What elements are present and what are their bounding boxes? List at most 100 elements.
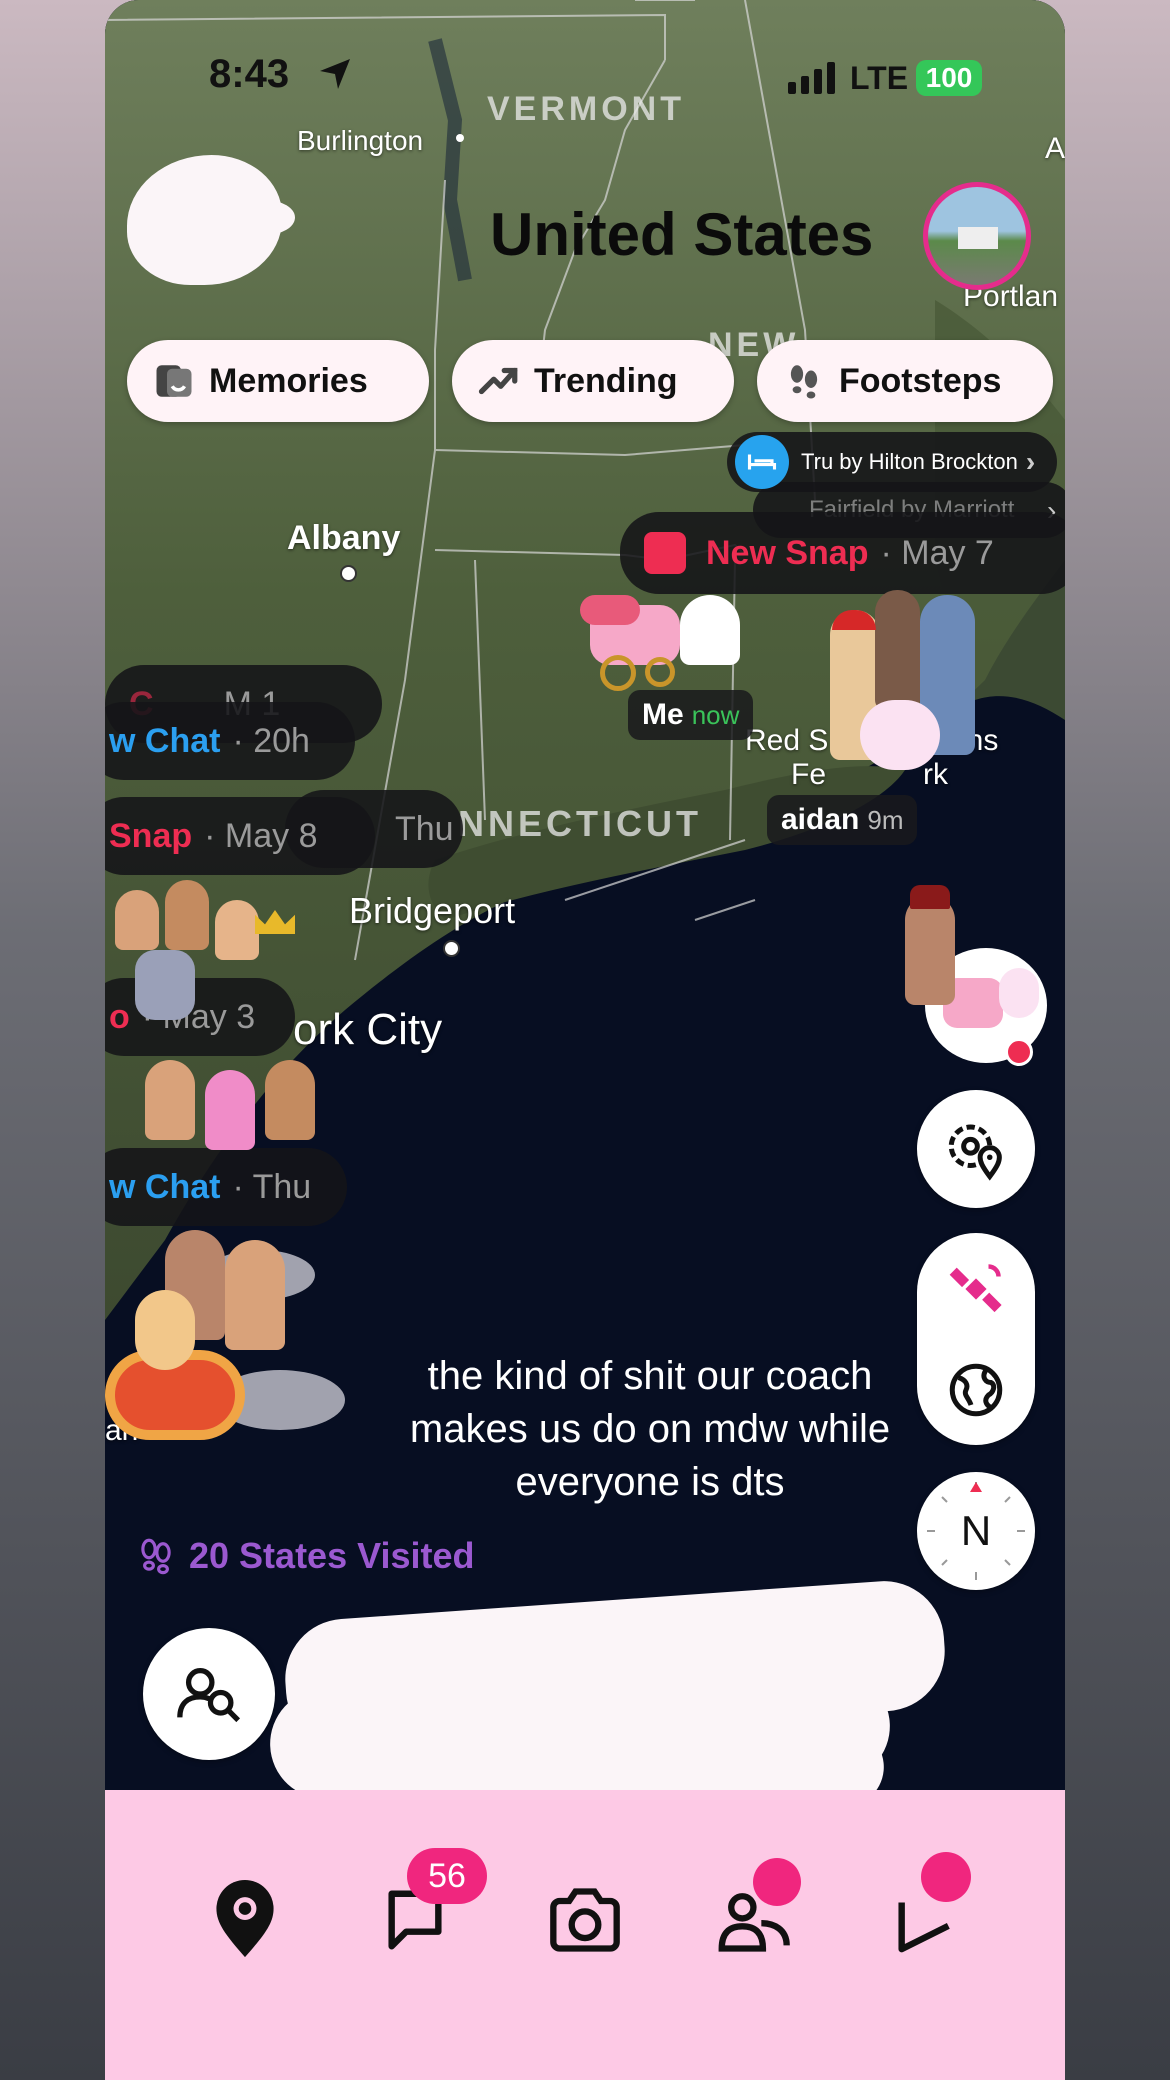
compass-button[interactable]: N [917, 1472, 1035, 1590]
map-label-albany: Albany [287, 519, 401, 557]
chat-pill-20h-label: w Chat [109, 721, 221, 760]
bitmoji-figure [215, 900, 259, 960]
chat-pill-20h[interactable]: w Chat · 20h [105, 702, 355, 780]
me-bitmoji[interactable] [580, 585, 750, 700]
friend-search-icon [177, 1668, 241, 1723]
camera-icon [550, 1888, 620, 1952]
wheel [600, 655, 636, 691]
network-label: LTE [850, 60, 909, 96]
horse [999, 968, 1039, 1018]
chat-pill-20h-date: · 20h [232, 721, 310, 760]
bridgeport-dot [443, 940, 460, 957]
globe-icon[interactable] [946, 1360, 1006, 1420]
horse [680, 595, 740, 665]
memories-icon [156, 365, 192, 397]
santa-hat-icon [832, 610, 876, 630]
profile-avatar-scribble-ext [235, 200, 295, 235]
map-label-burlington: Burlington [297, 125, 424, 156]
bitmoji-figure [225, 1240, 285, 1350]
location-arrow-icon [320, 59, 350, 89]
me-name: Me [642, 698, 684, 731]
chat-badge: 56 [407, 1848, 487, 1904]
snap-square-icon [644, 532, 686, 574]
nav-stories-button[interactable] [885, 1852, 971, 1960]
me-time: now [691, 699, 740, 730]
settings-button[interactable] [917, 1090, 1035, 1208]
notification-dot [1005, 1038, 1033, 1066]
chat-pill-thu-label: w Chat [109, 1167, 221, 1206]
bitmoji-cluster-left-3[interactable] [105, 1230, 345, 1450]
footsteps-button[interactable]: Footsteps [757, 340, 1053, 422]
bitmoji-figure [875, 590, 920, 710]
memories-button[interactable]: Memories [127, 340, 429, 422]
chat-badge-count: 56 [428, 1856, 466, 1895]
place-card-tru[interactable]: Tru by Hilton Brockton › [727, 432, 1057, 492]
battery-indicator: 100 [916, 60, 982, 96]
map-label-vermont: VERMONT [487, 90, 685, 128]
header-title: United States [490, 201, 874, 268]
aidan-name-chip[interactable]: aidan 9m [767, 795, 918, 845]
hat-icon [910, 885, 950, 909]
unicorn-icon [860, 700, 940, 770]
bitmoji-figure [265, 1060, 315, 1140]
bottom-nav: 56 [105, 1790, 1065, 2080]
friend-search-button[interactable] [143, 1628, 275, 1760]
states-visited-label: 20 States Visited [189, 1535, 475, 1576]
aidan-bitmoji-cluster[interactable] [820, 590, 1020, 790]
aidan-name: aidan [781, 803, 860, 836]
friends-notification-dot [753, 1858, 801, 1906]
new-snap-date: · May 7 [880, 533, 994, 572]
snap-pill-may8-date: · May 8 [204, 816, 318, 855]
trending-label: Trending [534, 361, 678, 400]
bitmoji-figure-right [905, 885, 955, 1005]
memories-label: Memories [209, 361, 368, 400]
bitmoji-figure [165, 880, 209, 950]
trending-button[interactable]: Trending [452, 340, 734, 422]
trending-icon [478, 367, 518, 395]
footsteps-icon [790, 365, 818, 399]
aidan-time: 9m [867, 804, 904, 835]
phone-screen: 8:43 LTE 100 VERMONT Burlington A Portla… [105, 0, 1065, 2080]
nav-chat-button[interactable]: 56 [375, 1848, 487, 1960]
story-thumbnail[interactable] [923, 182, 1031, 290]
story-caption: the kind of shit our coach makes us do o… [409, 1354, 891, 1504]
snap-pill-may8[interactable]: Snap · May 8 [105, 797, 375, 875]
map-pin-icon [216, 1880, 274, 1958]
bitmoji-figure [205, 1070, 255, 1150]
nav-camera-button[interactable] [545, 1880, 625, 1960]
states-visited-badge[interactable]: 20 States Visited [135, 1535, 475, 1577]
rose-decoration [580, 595, 640, 625]
hotel-icon [735, 435, 789, 489]
signal-icon [788, 62, 835, 94]
stories-notification-dot [921, 1852, 971, 1902]
footsteps-icon [141, 1538, 171, 1575]
story-thumbnail-sign [958, 227, 998, 249]
map-label-connecticut: NNECTICUT [458, 803, 702, 844]
nav-map-button[interactable] [205, 1880, 285, 1960]
snap-pill-may8-label: Snap [109, 816, 193, 855]
bitmoji-figure [145, 1060, 195, 1140]
layers-control [917, 1233, 1035, 1445]
me-name-chip[interactable]: Me now [628, 690, 754, 740]
compass-label: N [960, 1507, 992, 1554]
satellite-icon[interactable] [946, 1259, 1006, 1319]
crown-icon [255, 910, 295, 934]
burlington-dot [456, 134, 464, 142]
footsteps-label: Footsteps [839, 361, 1002, 400]
chevron-right-icon: › [1025, 446, 1036, 477]
battery-level: 100 [925, 62, 973, 93]
bitmoji-figure [115, 890, 159, 950]
bitmoji-figure [135, 950, 195, 1020]
nav-friends-button[interactable] [715, 1858, 801, 1960]
wheel [645, 657, 675, 687]
place-name-tru: Tru by Hilton Brockton [801, 449, 1018, 474]
bitmoji-cluster-left-2[interactable] [125, 1050, 355, 1170]
settings-location-icon [948, 1124, 1002, 1181]
bitmoji-cluster-left-1[interactable] [105, 880, 335, 1030]
new-snap-label: New Snap [706, 533, 869, 572]
status-time: 8:43 [209, 52, 290, 96]
albany-dot [340, 565, 357, 582]
new-snap-pill[interactable]: New Snap · May 7 [620, 512, 1065, 594]
map-label-red-s: Red S [745, 724, 829, 757]
bitmoji-figure [135, 1290, 195, 1370]
